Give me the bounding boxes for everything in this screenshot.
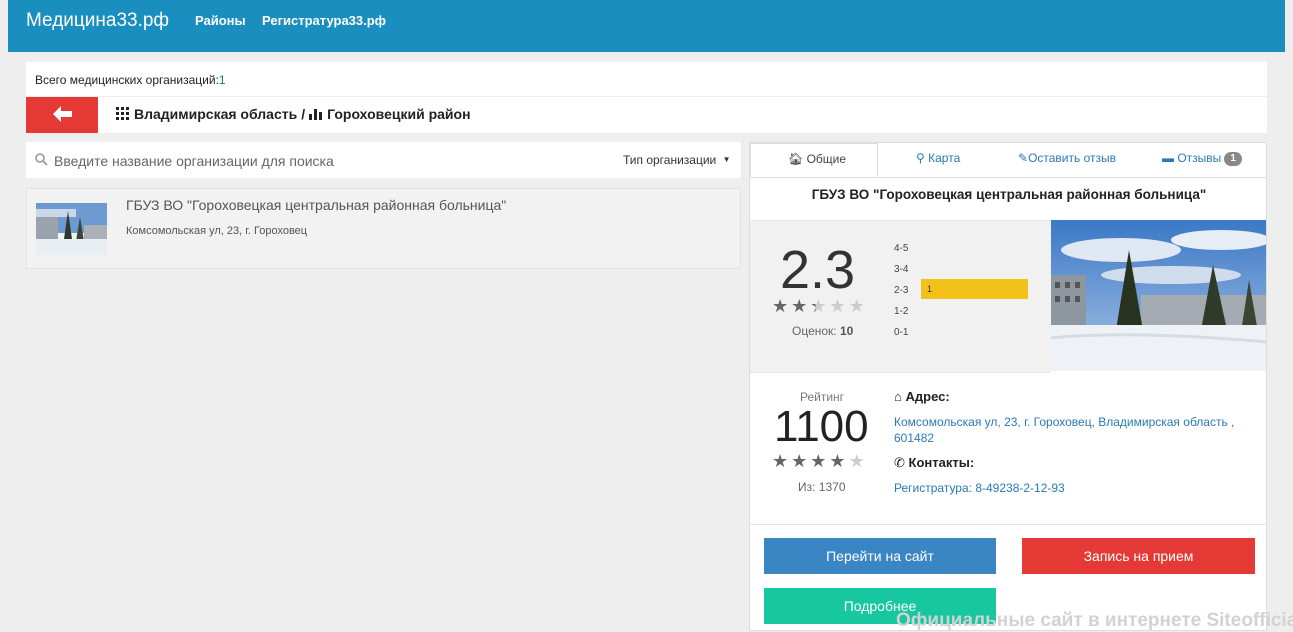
nav-link-registry[interactable]: Регистратура33.рф: [262, 13, 386, 28]
breadcrumb-district: Гороховецкий район: [327, 106, 471, 122]
top-navbar: Медицина33.рф Районы Регистратура33.рф: [8, 0, 1285, 52]
watermark: Официальные сайт в интернете Siteofficia…: [896, 610, 1293, 631]
organization-type-label: Тип организации: [623, 153, 717, 167]
star-icon: ★: [791, 451, 811, 471]
distribution-label: 3-4: [894, 264, 909, 275]
tab-reviews-label: Отзывы: [1177, 151, 1222, 165]
distribution-label: 4-5: [894, 243, 909, 254]
contacts-value[interactable]: Регистратура: 8-49238-2-12-93: [894, 480, 1254, 496]
breadcrumb: Владимирская область / Гороховецкий район: [116, 106, 471, 122]
organization-photo: [1051, 220, 1266, 371]
phone-icon: ✆: [894, 455, 905, 470]
star-icon: ★: [772, 451, 792, 471]
breadcrumb-bar: Владимирская область / Гороховецкий район: [26, 97, 1267, 133]
star-icon: ★: [791, 296, 811, 316]
search-icon: [35, 153, 48, 166]
rating-out-of: Из: 1370: [798, 480, 846, 494]
site-brand[interactable]: Медицина33.рф: [26, 10, 169, 32]
organization-address: Комсомольская ул, 23, г. Гороховец: [126, 225, 308, 237]
distribution-label: 0-1: [894, 327, 909, 338]
score-section: 2.3 ★★★★★ Оценок: 10 4-5 3-4 2-3 1-2 0-1…: [750, 220, 1051, 373]
reviews-count-value: 10: [839, 324, 854, 338]
star-icon: ★: [829, 296, 849, 316]
tab-reviews[interactable]: ▬ Отзывы 1: [1162, 143, 1242, 177]
address-value[interactable]: Комсомольская ул, 23, г. Гороховец, Влад…: [894, 414, 1254, 446]
score-stars: ★★★★★: [772, 296, 868, 317]
organization-title: ГБУЗ ВО "Гороховецкая центральная районн…: [811, 187, 1207, 202]
pencil-icon: ✎: [1018, 151, 1029, 165]
organization-detail-panel: 🏠︎ Общие ⚲ Карта ✎Оставить отзыв ▬ Отзыв…: [749, 142, 1267, 631]
contacts-label: Контакты:: [908, 455, 975, 470]
organization-name[interactable]: ГБУЗ ВО "Гороховецкая центральная районн…: [126, 197, 506, 213]
search-box: Тип организации ▼: [26, 142, 741, 178]
home-icon: ⌂: [894, 389, 902, 404]
rating-stars: ★★★★★: [772, 451, 868, 472]
count-value: 1: [218, 73, 226, 87]
appointment-button[interactable]: Запись на прием: [1022, 538, 1255, 574]
organization-count-bar: Всего медицинских организаций:1: [26, 62, 1267, 96]
reviews-count: Оценок: 10: [792, 324, 853, 338]
tab-general-label: Общие: [806, 152, 847, 166]
address-heading: ⌂ Адрес:: [894, 389, 950, 404]
nav-link-districts[interactable]: Районы: [195, 13, 246, 28]
home-icon: 🏠︎: [788, 152, 804, 166]
contacts-heading: ✆ Контакты:: [894, 455, 974, 471]
reviews-count-label: Оценок:: [792, 324, 837, 338]
star-icon: ★: [810, 296, 830, 316]
rating-value: 1100: [774, 402, 869, 451]
grid-icon: [116, 107, 129, 120]
back-button[interactable]: [26, 97, 98, 133]
distribution-label: 2-3: [894, 285, 909, 296]
star-icon: ★: [848, 296, 868, 316]
website-button[interactable]: Перейти на сайт: [764, 538, 996, 574]
star-icon: ★: [848, 451, 868, 471]
star-icon: ★: [829, 451, 849, 471]
bar-chart-icon: [309, 109, 323, 120]
reviews-badge: 1: [1224, 152, 1242, 166]
search-input[interactable]: [52, 150, 476, 172]
tab-map[interactable]: ⚲ Карта: [916, 143, 960, 177]
organization-list-item[interactable]: ГБУЗ ВО "Гороховецкая центральная районн…: [26, 188, 741, 269]
organization-thumbnail: [36, 203, 107, 255]
organization-count: Всего медицинских организаций:1: [35, 73, 226, 87]
star-icon: ★: [772, 296, 792, 316]
tab-leave-review[interactable]: ✎Оставить отзыв: [1018, 143, 1116, 177]
organization-type-dropdown[interactable]: Тип организации ▼: [623, 153, 731, 167]
rating-contacts-section: Рейтинг 1100 ★★★★★ Из: 1370 ⌂ Адрес: Ком…: [750, 372, 1266, 525]
tab-general[interactable]: 🏠︎ Общие: [750, 143, 878, 177]
average-score: 2.3: [780, 240, 856, 300]
address-label: Адрес:: [905, 389, 950, 404]
tab-leave-review-label: Оставить отзыв: [1028, 151, 1116, 165]
distribution-label: 1-2: [894, 306, 909, 317]
detail-tabs: 🏠︎ Общие ⚲ Карта ✎Оставить отзыв ▬ Отзыв…: [750, 143, 1266, 178]
caret-down-icon: ▼: [722, 155, 731, 164]
comment-icon: ▬: [1162, 151, 1174, 165]
map-marker-icon: ⚲: [916, 151, 925, 165]
arrow-left-icon: [53, 106, 72, 122]
count-label: Всего медицинских организаций:: [35, 73, 219, 87]
tab-map-label: Карта: [928, 151, 961, 165]
star-icon: ★: [810, 451, 830, 471]
distribution-bar: 1: [921, 279, 1028, 299]
breadcrumb-region[interactable]: Владимирская область: [134, 106, 297, 122]
breadcrumb-separator: /: [301, 106, 306, 122]
